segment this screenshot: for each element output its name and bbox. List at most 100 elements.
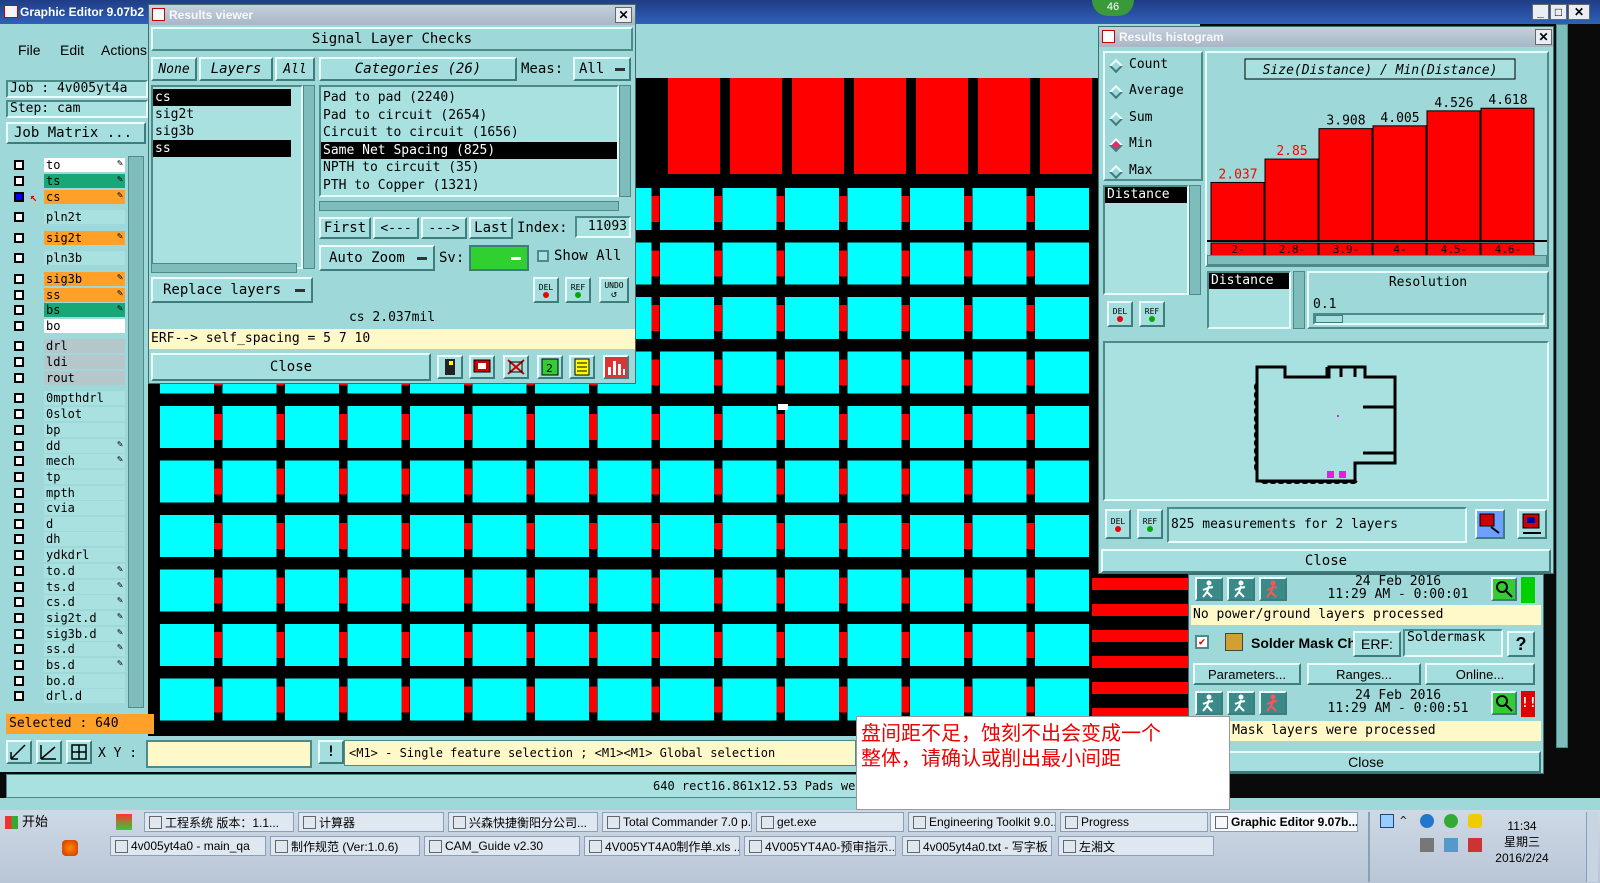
rv-category-item[interactable]: NPTH to circuit (35) xyxy=(321,159,617,177)
taskbar-button[interactable]: Graphic Editor 9.07b... xyxy=(1210,812,1358,832)
hist-resolution-slider[interactable] xyxy=(1313,313,1545,325)
radio-icon[interactable] xyxy=(1108,138,1124,153)
rv-layer-scrollbar[interactable] xyxy=(303,85,315,269)
layer-row-bs[interactable]: bs ✎ xyxy=(10,303,125,317)
layer-checkbox[interactable] xyxy=(14,441,24,451)
tray-icon-display[interactable] xyxy=(1444,838,1458,852)
layer-checkbox[interactable] xyxy=(14,274,24,284)
rv-layer-item[interactable]: sig2t xyxy=(153,106,291,123)
layer-checkbox[interactable] xyxy=(14,253,24,263)
taskbar-button[interactable]: Total Commander 7.0 p... xyxy=(602,812,752,832)
hist-distance-list[interactable]: Distance xyxy=(1103,185,1189,295)
tray-icon-security[interactable] xyxy=(1468,814,1482,828)
taskbar-button[interactable]: CAM_Guide v2.30 xyxy=(424,836,580,856)
rv-categories-button[interactable]: Categories (26) xyxy=(319,57,517,81)
layer-name[interactable]: drl xyxy=(44,339,125,353)
taskbar-button[interactable]: 工程系统 版本：1.1... xyxy=(144,812,294,832)
hist-close-button[interactable]: Close xyxy=(1101,549,1551,573)
histogram-bar[interactable] xyxy=(1480,107,1535,242)
layer-name[interactable]: tp xyxy=(44,470,125,484)
layer-checkbox[interactable] xyxy=(14,519,24,529)
hist-distance-item[interactable]: Distance xyxy=(1105,187,1187,203)
rv-category-scrollbar[interactable] xyxy=(619,85,631,197)
slider-thumb[interactable] xyxy=(1315,315,1343,323)
layer-name[interactable]: bp xyxy=(44,423,125,437)
layer-row-drl[interactable]: drl xyxy=(10,339,125,353)
erf-value-field[interactable]: Soldermask xyxy=(1403,629,1503,657)
rv-list-icon[interactable] xyxy=(569,355,595,379)
hist-option-min[interactable]: Min xyxy=(1105,132,1201,158)
layer-name[interactable]: pln2t xyxy=(44,210,125,224)
layer-name[interactable]: mech xyxy=(44,454,125,468)
layer-row-pln3b[interactable]: pln3b xyxy=(10,251,125,265)
layer-name[interactable]: cs xyxy=(44,190,125,204)
hist-ref-button-2[interactable]: REF xyxy=(1137,509,1163,539)
layer-checkbox[interactable] xyxy=(14,290,24,300)
layer-name[interactable]: dh xyxy=(44,532,125,546)
rv-monitor-icon[interactable] xyxy=(469,355,495,379)
hist-zoom-icon[interactable] xyxy=(1475,509,1505,539)
rv-meas-select[interactable]: All xyxy=(573,57,631,81)
taskbar-button[interactable]: 4V005YT4A0制作单.xls ... xyxy=(584,836,740,856)
layer-checkbox[interactable] xyxy=(14,321,24,331)
layer-name[interactable]: ldi xyxy=(44,355,125,369)
layer-row-tp[interactable]: tp xyxy=(10,470,125,484)
hist-option-count[interactable]: Count xyxy=(1105,53,1201,79)
layer-checkbox[interactable] xyxy=(14,613,24,623)
layer-name[interactable]: cvia xyxy=(44,501,125,515)
show-desktop-button[interactable] xyxy=(1586,812,1598,882)
layer-checkbox[interactable] xyxy=(14,644,24,654)
histogram-bar[interactable] xyxy=(1318,128,1373,242)
rv-prev-button[interactable]: <--- xyxy=(373,217,419,239)
layer-scrollbar[interactable] xyxy=(128,156,144,708)
rv-layer-item[interactable]: ss xyxy=(153,140,291,157)
layer-name[interactable]: drl.d xyxy=(44,689,125,703)
rv-category-item[interactable]: PTH to Copper (1321) xyxy=(321,177,617,195)
layer-row-to-d[interactable]: to.d ✎ xyxy=(10,564,125,578)
layer-checkbox[interactable] xyxy=(14,660,24,670)
layer-name[interactable]: sig2t.d xyxy=(44,611,125,625)
tray-icon-network[interactable] xyxy=(1380,814,1394,828)
layer-checkbox[interactable] xyxy=(14,341,24,351)
layer-name[interactable]: 0mpthdrl xyxy=(44,391,125,405)
rv-histogram-icon[interactable] xyxy=(603,355,629,379)
measure-icon[interactable] xyxy=(36,740,62,764)
xy-input[interactable] xyxy=(146,740,312,768)
layer-checkbox[interactable] xyxy=(14,160,24,170)
layer-name[interactable]: dd xyxy=(44,439,125,453)
rv-category-hscroll[interactable] xyxy=(319,201,619,211)
checklist-zoom-icon-2[interactable] xyxy=(1491,691,1517,715)
rv-layer-item[interactable]: cs xyxy=(153,89,291,106)
radio-icon[interactable] xyxy=(1108,111,1124,126)
layer-row-mech[interactable]: mech ✎ xyxy=(10,454,125,468)
hist-distance-field-item[interactable]: Distance xyxy=(1209,273,1289,289)
layer-row-dh[interactable]: dh xyxy=(10,532,125,546)
radio-icon[interactable] xyxy=(1108,164,1124,179)
layer-name[interactable]: 0slot xyxy=(44,407,125,421)
layer-checkbox[interactable] xyxy=(14,676,24,686)
rv-cross-icon[interactable] xyxy=(503,355,529,379)
rv-layer-hscroll[interactable] xyxy=(151,263,297,273)
layer-row-drl-d[interactable]: drl.d xyxy=(10,689,125,703)
rv-show-all-checkbox[interactable] xyxy=(537,250,549,262)
run-icon-2[interactable] xyxy=(1195,691,1223,715)
layer-row-sig2t-d[interactable]: sig2t.d ✎ xyxy=(10,611,125,625)
hist-option-max[interactable]: Max xyxy=(1105,159,1201,185)
layer-name[interactable]: mpth xyxy=(44,486,125,500)
layer-row-ldi[interactable]: ldi xyxy=(10,355,125,369)
layer-name[interactable]: sig3b xyxy=(44,272,125,286)
rv-index-field[interactable]: 11093 xyxy=(575,216,631,238)
layer-checkbox[interactable] xyxy=(14,534,24,544)
tray-icon-volume[interactable] xyxy=(1420,838,1434,852)
rv-next-button[interactable]: ---> xyxy=(421,217,467,239)
layer-row-d[interactable]: d xyxy=(10,517,125,531)
layer-checkbox[interactable] xyxy=(14,357,24,367)
taskbar-button[interactable]: 4V005YT4A0-预审指示.... xyxy=(744,836,896,856)
rv-category-item[interactable]: Same Net Spacing (825) xyxy=(321,141,617,160)
layer-name[interactable]: cs.d xyxy=(44,595,125,609)
run-icon[interactable] xyxy=(1195,577,1223,601)
layer-checkbox[interactable] xyxy=(14,503,24,513)
layer-checkbox[interactable] xyxy=(14,550,24,560)
layer-checkbox[interactable] xyxy=(14,192,24,202)
radio-icon[interactable] xyxy=(1108,85,1124,100)
